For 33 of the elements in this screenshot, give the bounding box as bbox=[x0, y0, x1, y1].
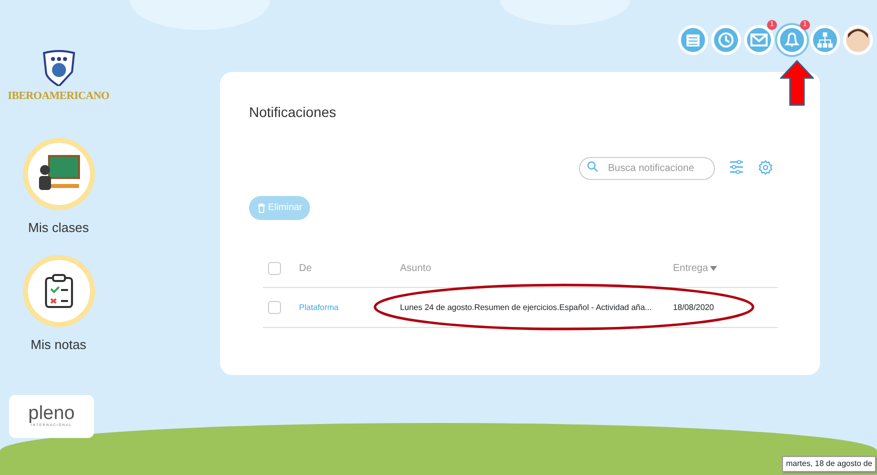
subject-text: Lunes 24 de agosto.Resumen de ejercicios.Español - Actividad aña... bbox=[400, 302, 652, 312]
due-date: 18/08/2020 bbox=[673, 302, 714, 312]
row-checkbox[interactable] bbox=[268, 301, 281, 314]
sliders-icon bbox=[729, 160, 744, 174]
clock-button[interactable] bbox=[711, 25, 741, 55]
sidebar-item-label[interactable]: Mis clases bbox=[28, 218, 89, 237]
caret-icon bbox=[710, 266, 718, 272]
date-tooltip: martes, 18 de agosto de bbox=[782, 456, 876, 472]
trash-icon bbox=[257, 203, 266, 214]
bell-button[interactable] bbox=[777, 25, 807, 55]
column-header: De bbox=[299, 263, 312, 274]
mail-icon bbox=[747, 28, 771, 52]
sort-header[interactable]: Entrega bbox=[673, 263, 718, 274]
calendar-icon bbox=[681, 28, 705, 52]
partner-logo-name: pleno bbox=[28, 404, 75, 423]
sidebar-item-label[interactable]: Mis notas bbox=[30, 335, 86, 354]
clipboard-icon bbox=[44, 273, 74, 309]
select-all-checkbox[interactable] bbox=[268, 262, 281, 276]
search-field[interactable]: Busca notificacione bbox=[579, 157, 715, 180]
bell-icon bbox=[780, 28, 804, 52]
shield-icon bbox=[42, 50, 76, 86]
annotation-arrow bbox=[780, 60, 814, 106]
school-name: IBEROAMERICANO bbox=[8, 89, 110, 104]
sender-link[interactable]: Plataforma bbox=[299, 302, 339, 312]
avatar-icon bbox=[846, 28, 870, 52]
mail-button[interactable] bbox=[744, 25, 774, 55]
hierarchy-icon bbox=[813, 28, 837, 52]
settings-icon bbox=[758, 160, 773, 175]
clock-icon bbox=[714, 28, 738, 52]
profile-button[interactable] bbox=[843, 25, 873, 55]
calendar-button[interactable] bbox=[678, 25, 708, 55]
page-title: Notificaciones bbox=[249, 103, 338, 122]
column-header: Asunto bbox=[400, 263, 432, 274]
